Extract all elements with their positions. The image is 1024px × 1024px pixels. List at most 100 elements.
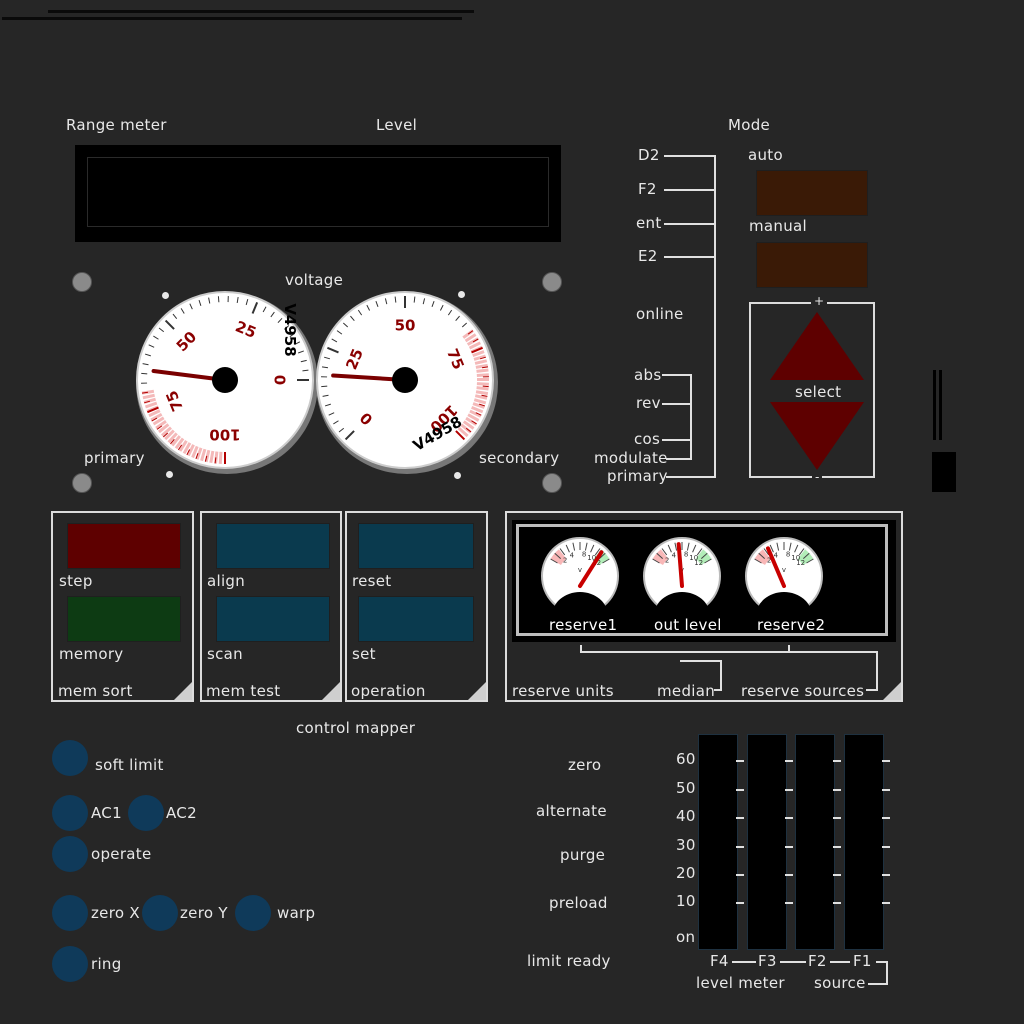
out-level-label: out level <box>654 616 722 634</box>
warp-button[interactable] <box>235 895 271 931</box>
meter-tick <box>785 902 793 904</box>
mode-input-e2: E2 <box>638 247 658 265</box>
wire <box>664 189 716 191</box>
warp-label: warp <box>277 904 316 922</box>
status-preload: preload <box>549 894 608 912</box>
median-label: median <box>657 682 716 700</box>
reserve-units-label: reserve units <box>512 682 614 700</box>
soft-limit-label: soft limit <box>95 756 164 774</box>
soft-limit-button[interactable] <box>52 740 88 776</box>
operate-button[interactable] <box>52 836 88 872</box>
meter-tick <box>736 874 744 876</box>
reset-label: reset <box>352 572 392 590</box>
gauge-pair: 0255075100V4958 0255075100V4958 <box>136 291 498 474</box>
meter-tick <box>736 902 744 904</box>
step-label: step <box>59 572 93 590</box>
gauge-tick <box>214 457 217 464</box>
wire <box>830 961 850 963</box>
scale-on: on <box>676 928 696 946</box>
select-up-arrow[interactable] <box>770 312 864 382</box>
ac2-label: AC2 <box>166 804 197 822</box>
reserve-scale-label: 4 <box>672 552 677 560</box>
memory-button[interactable] <box>67 596 181 642</box>
panel-corner <box>322 682 340 700</box>
scale-30: 30 <box>676 836 696 854</box>
reserve-scale-label: 2 <box>563 557 567 565</box>
meter-tick <box>882 817 890 819</box>
zero-x-button[interactable] <box>52 895 88 931</box>
sub-input-rev: rev <box>636 394 661 412</box>
meter-tick <box>736 789 744 791</box>
scale-10: 10 <box>676 892 696 910</box>
meter-tick <box>833 789 841 791</box>
select-plus: + <box>811 294 828 308</box>
sub-input-cos: cos <box>634 430 661 448</box>
set-button[interactable] <box>358 596 474 642</box>
wire <box>662 403 692 405</box>
wire <box>662 439 692 441</box>
select-down-arrow[interactable] <box>770 400 864 470</box>
wire <box>780 961 806 963</box>
primary-gauge: 0255075100V4958 <box>136 291 318 474</box>
reset-button[interactable] <box>358 523 474 569</box>
meter-f2 <box>795 734 835 950</box>
status-zero: zero <box>568 756 602 774</box>
wire <box>886 961 888 985</box>
wire-vertical <box>690 374 692 460</box>
meter-tick <box>785 874 793 876</box>
operation-title: operation <box>351 682 426 700</box>
panel-corner <box>883 682 901 700</box>
meter-tick <box>882 846 890 848</box>
zero-y-label: zero Y <box>180 904 228 922</box>
mode-input-ent: ent <box>636 214 662 232</box>
meter-tick <box>785 789 793 791</box>
auto-label: auto <box>748 146 783 164</box>
reserve-scale-label: 2 <box>665 557 669 565</box>
scan-button[interactable] <box>216 596 330 642</box>
primary-output-label: primary <box>607 467 668 485</box>
mode-input-f2: F2 <box>638 180 657 198</box>
slider-rail-left <box>933 370 936 440</box>
channel-f2: F2 <box>808 952 827 970</box>
mode-input-d2: D2 <box>638 146 660 164</box>
reserve2-label: reserve2 <box>757 616 826 634</box>
meter-tick <box>736 760 744 762</box>
scale-60: 60 <box>676 750 696 768</box>
step-button[interactable] <box>67 523 181 569</box>
meter-tick <box>882 902 890 904</box>
meter-tick <box>785 760 793 762</box>
level-label: Level <box>376 116 418 134</box>
wire <box>732 961 756 963</box>
align-button[interactable] <box>216 523 330 569</box>
align-label: align <box>207 572 246 590</box>
screw-bottom-right <box>542 473 562 493</box>
zero-y-button[interactable] <box>142 895 178 931</box>
meter-f1 <box>844 734 884 950</box>
gauge-hub <box>212 367 238 393</box>
wire <box>866 689 878 691</box>
reserve-scale-label: 4 <box>570 552 575 560</box>
online-label: online <box>636 305 684 323</box>
manual-button[interactable] <box>756 242 868 288</box>
ac1-button[interactable] <box>52 795 88 831</box>
reserve1-label: reserve1 <box>549 616 618 634</box>
slider-rail-right <box>939 370 942 440</box>
auto-button[interactable] <box>756 170 868 216</box>
sub-input-modulate: modulate <box>594 449 668 467</box>
status-alternate: alternate <box>536 802 607 820</box>
wire <box>680 660 722 662</box>
slider-handle[interactable] <box>932 452 956 492</box>
wire <box>664 256 716 258</box>
gauge-tick-label: 100 <box>209 426 240 444</box>
reserve-scale-label: 8 <box>786 550 790 558</box>
panel-corner <box>468 682 486 700</box>
select-minus: - <box>812 470 823 484</box>
reserve1-gauge: 2481012v <box>541 537 619 616</box>
secondary-gauge: 0255075100V4958 <box>316 291 498 474</box>
ac2-button[interactable] <box>128 795 164 831</box>
meter-tick <box>833 902 841 904</box>
ring-button[interactable] <box>52 946 88 982</box>
reserve-scale-label: 8 <box>684 550 688 558</box>
mode-label: Mode <box>728 116 771 134</box>
channel-f3: F3 <box>758 952 777 970</box>
